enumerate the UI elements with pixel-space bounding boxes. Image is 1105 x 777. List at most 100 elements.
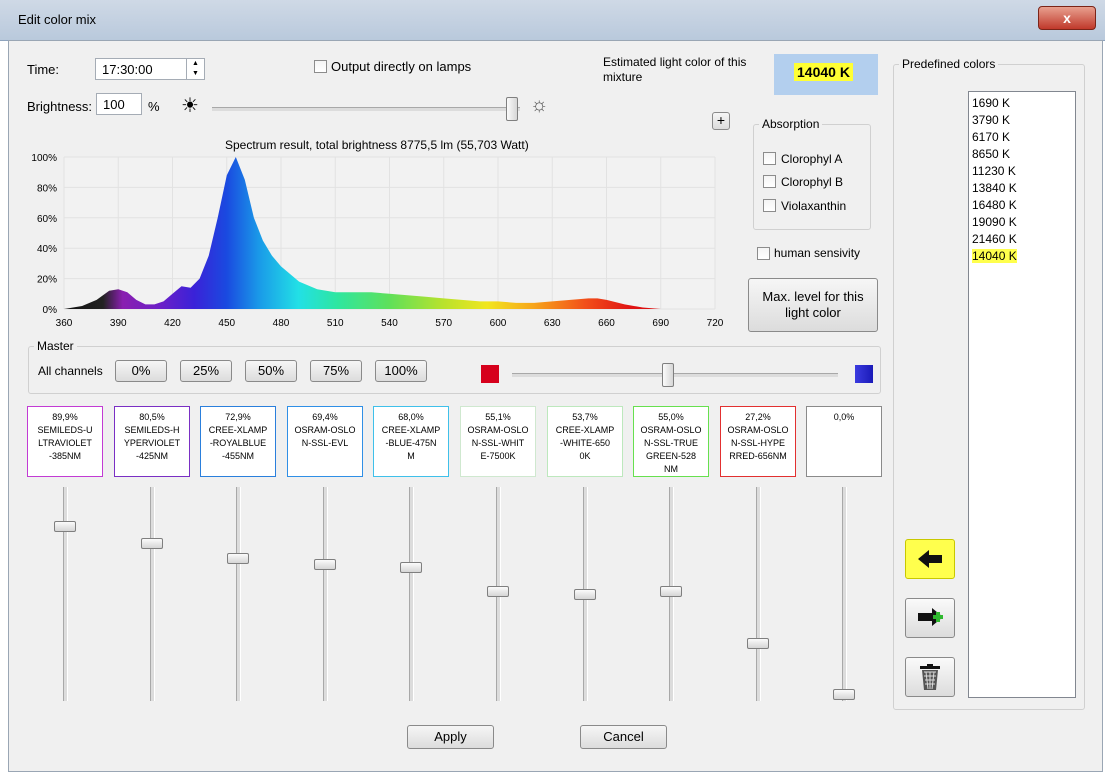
delete-predefined-button[interactable] — [905, 657, 955, 697]
apply-button[interactable]: Apply — [407, 725, 494, 749]
channel-slider-thumb[interactable] — [314, 559, 336, 571]
master-blue-swatch — [855, 365, 873, 383]
channel-percent: 72,9% — [225, 412, 251, 422]
predefined-item[interactable]: 6170 K — [969, 129, 1075, 146]
expand-button[interactable]: + — [712, 112, 730, 130]
time-label: Time: — [27, 62, 60, 77]
x-tick-label: 390 — [110, 318, 127, 329]
preset-50-button[interactable]: 50% — [245, 360, 297, 382]
predefined-item-label: 14040 K — [972, 249, 1017, 263]
estimated-value: 14040 K — [794, 63, 853, 81]
predefined-item[interactable]: 3790 K — [969, 112, 1075, 129]
x-tick-label: 690 — [652, 318, 669, 329]
predefined-item-label: 16480 K — [972, 198, 1017, 212]
channel-slider-track[interactable] — [756, 487, 761, 701]
predefined-item-label: 11230 K — [972, 164, 1016, 178]
predefined-item-label: 3790 K — [972, 113, 1011, 127]
violaxanthin-label: Violaxanthin — [781, 199, 847, 213]
channel-name-line: CREE-XLAMP — [555, 425, 615, 435]
channel-name-line: GREEN-528 — [645, 451, 697, 461]
channel-name-line: N-SSL-WHIT — [471, 438, 525, 448]
x-tick-label: 450 — [218, 318, 235, 329]
channel-name-line: OSRAM-OSLO — [727, 425, 789, 435]
channel-slider-thumb[interactable] — [400, 561, 422, 573]
channel-name-line: E-7500K — [480, 451, 516, 461]
spin-up-icon[interactable]: ▲ — [187, 59, 204, 69]
absorption-title: Absorption — [759, 117, 823, 131]
channel-slider-track[interactable] — [323, 487, 328, 701]
channel-slider-track[interactable] — [150, 487, 155, 701]
x-tick-label: 540 — [381, 318, 398, 329]
human-sensivity-label: human sensivity — [774, 246, 861, 260]
close-button[interactable]: x — [1038, 6, 1096, 30]
predefined-title: Predefined colors — [899, 57, 999, 71]
channel-slider-track[interactable] — [842, 487, 847, 701]
master-red-swatch — [481, 365, 499, 383]
predefined-item[interactable]: 14040 K — [969, 248, 1075, 265]
channel-slider-thumb[interactable] — [660, 586, 682, 598]
channel-card: 53,7% CREE-XLAMP -WHITE-650 0K — [547, 406, 623, 477]
clorophyl-b-label: Clorophyl B — [781, 175, 844, 189]
channel-slider-track[interactable] — [63, 487, 68, 701]
spin-down-icon[interactable]: ▼ — [187, 69, 204, 79]
channel-percent: 89,9% — [52, 412, 78, 422]
clorophyl-a-checkbox[interactable] — [763, 152, 776, 165]
predefined-item[interactable]: 8650 K — [969, 146, 1075, 163]
channel-card: 68,0% CREE-XLAMP -BLUE-475N M — [373, 406, 449, 477]
x-tick-label: 420 — [164, 318, 181, 329]
channel-name-line: -ROYALBLUE — [209, 438, 267, 448]
preset-75-button[interactable]: 75% — [310, 360, 362, 382]
x-tick-label: 480 — [273, 318, 290, 329]
preset-0-button[interactable]: 0% — [115, 360, 167, 382]
channel-slider-thumb[interactable] — [747, 638, 769, 650]
master-slider-thumb[interactable] — [662, 363, 675, 387]
channel-slider-thumb[interactable] — [833, 689, 855, 700]
channel-slider-thumb[interactable] — [141, 538, 163, 550]
predefined-item[interactable]: 13840 K — [969, 180, 1075, 197]
channel-percent: 55,0% — [658, 412, 684, 422]
brightness-label: Brightness: — [27, 99, 93, 114]
apply-predefined-button[interactable] — [905, 539, 955, 579]
channel-card: 55,1% OSRAM-OSLO N-SSL-WHIT E-7500K — [460, 406, 536, 477]
brightness-slider-track[interactable] — [212, 107, 520, 111]
add-predefined-button[interactable] — [905, 598, 955, 638]
channel-name-line: RRED-656NM — [729, 451, 787, 461]
channel-slider-thumb[interactable] — [54, 520, 76, 532]
channel-slider-track[interactable] — [409, 487, 414, 701]
max-level-button[interactable]: Max. level for this light color — [748, 278, 878, 332]
predefined-item[interactable]: 21460 K — [969, 231, 1075, 248]
spectrum-chart: 360 390 420 450 480 510 540 570 600 630 660 690 720 0… — [31, 153, 723, 329]
channel-card: 72,9% CREE-XLAMP -ROYALBLUE -455NM — [200, 406, 276, 477]
brightness-slider-thumb[interactable] — [506, 97, 518, 121]
channel-card: 27,2% OSRAM-OSLO N-SSL-HYPE RRED-656NM — [720, 406, 796, 477]
predefined-item[interactable]: 16480 K — [969, 197, 1075, 214]
predefined-list[interactable]: 1690 K 3790 K 6170 K 8650 K 11230 K 13840 K 16… — [968, 91, 1076, 698]
brightness-field[interactable]: 100 — [96, 93, 142, 115]
channel-name-line: OSRAM-OSLO — [640, 425, 702, 435]
predefined-item[interactable]: 11230 K — [969, 163, 1075, 180]
channel-card: 55,0% OSRAM-OSLO N-SSL-TRUE GREEN-528 NM — [633, 406, 709, 477]
channel-card: 69,4% OSRAM-OSLO N-SSL-EVL — [287, 406, 363, 477]
channel-slider-thumb[interactable] — [227, 552, 249, 564]
y-tick-label: 0% — [43, 305, 58, 316]
output-lamps-checkbox[interactable] — [314, 60, 327, 73]
x-tick-label: 600 — [490, 318, 507, 329]
human-sensivity-checkbox[interactable] — [757, 247, 770, 260]
all-channels-label: All channels — [38, 364, 103, 378]
cancel-button[interactable]: Cancel — [580, 725, 667, 749]
preset-25-button[interactable]: 25% — [180, 360, 232, 382]
channel-slider-track[interactable] — [236, 487, 241, 701]
channel-card: 80,5% SEMILEDS-H YPERVIOLET -425NM — [114, 406, 190, 477]
master-slider-track[interactable] — [512, 373, 838, 377]
channel-slider-thumb[interactable] — [487, 585, 509, 597]
y-tick-label: 60% — [37, 214, 57, 225]
violaxanthin-checkbox[interactable] — [763, 199, 776, 212]
time-spinner[interactable]: ▲ ▼ — [186, 59, 204, 79]
clorophyl-b-checkbox[interactable] — [763, 175, 776, 188]
predefined-item[interactable]: 1690 K — [969, 95, 1075, 112]
predefined-item[interactable]: 19090 K — [969, 214, 1075, 231]
channel-name-line: M — [407, 451, 415, 461]
channel-slider-thumb[interactable] — [574, 588, 596, 600]
preset-100-button[interactable]: 100% — [375, 360, 427, 382]
channel-card: 89,9% SEMILEDS-U LTRAVIOLET -385NM — [27, 406, 103, 477]
